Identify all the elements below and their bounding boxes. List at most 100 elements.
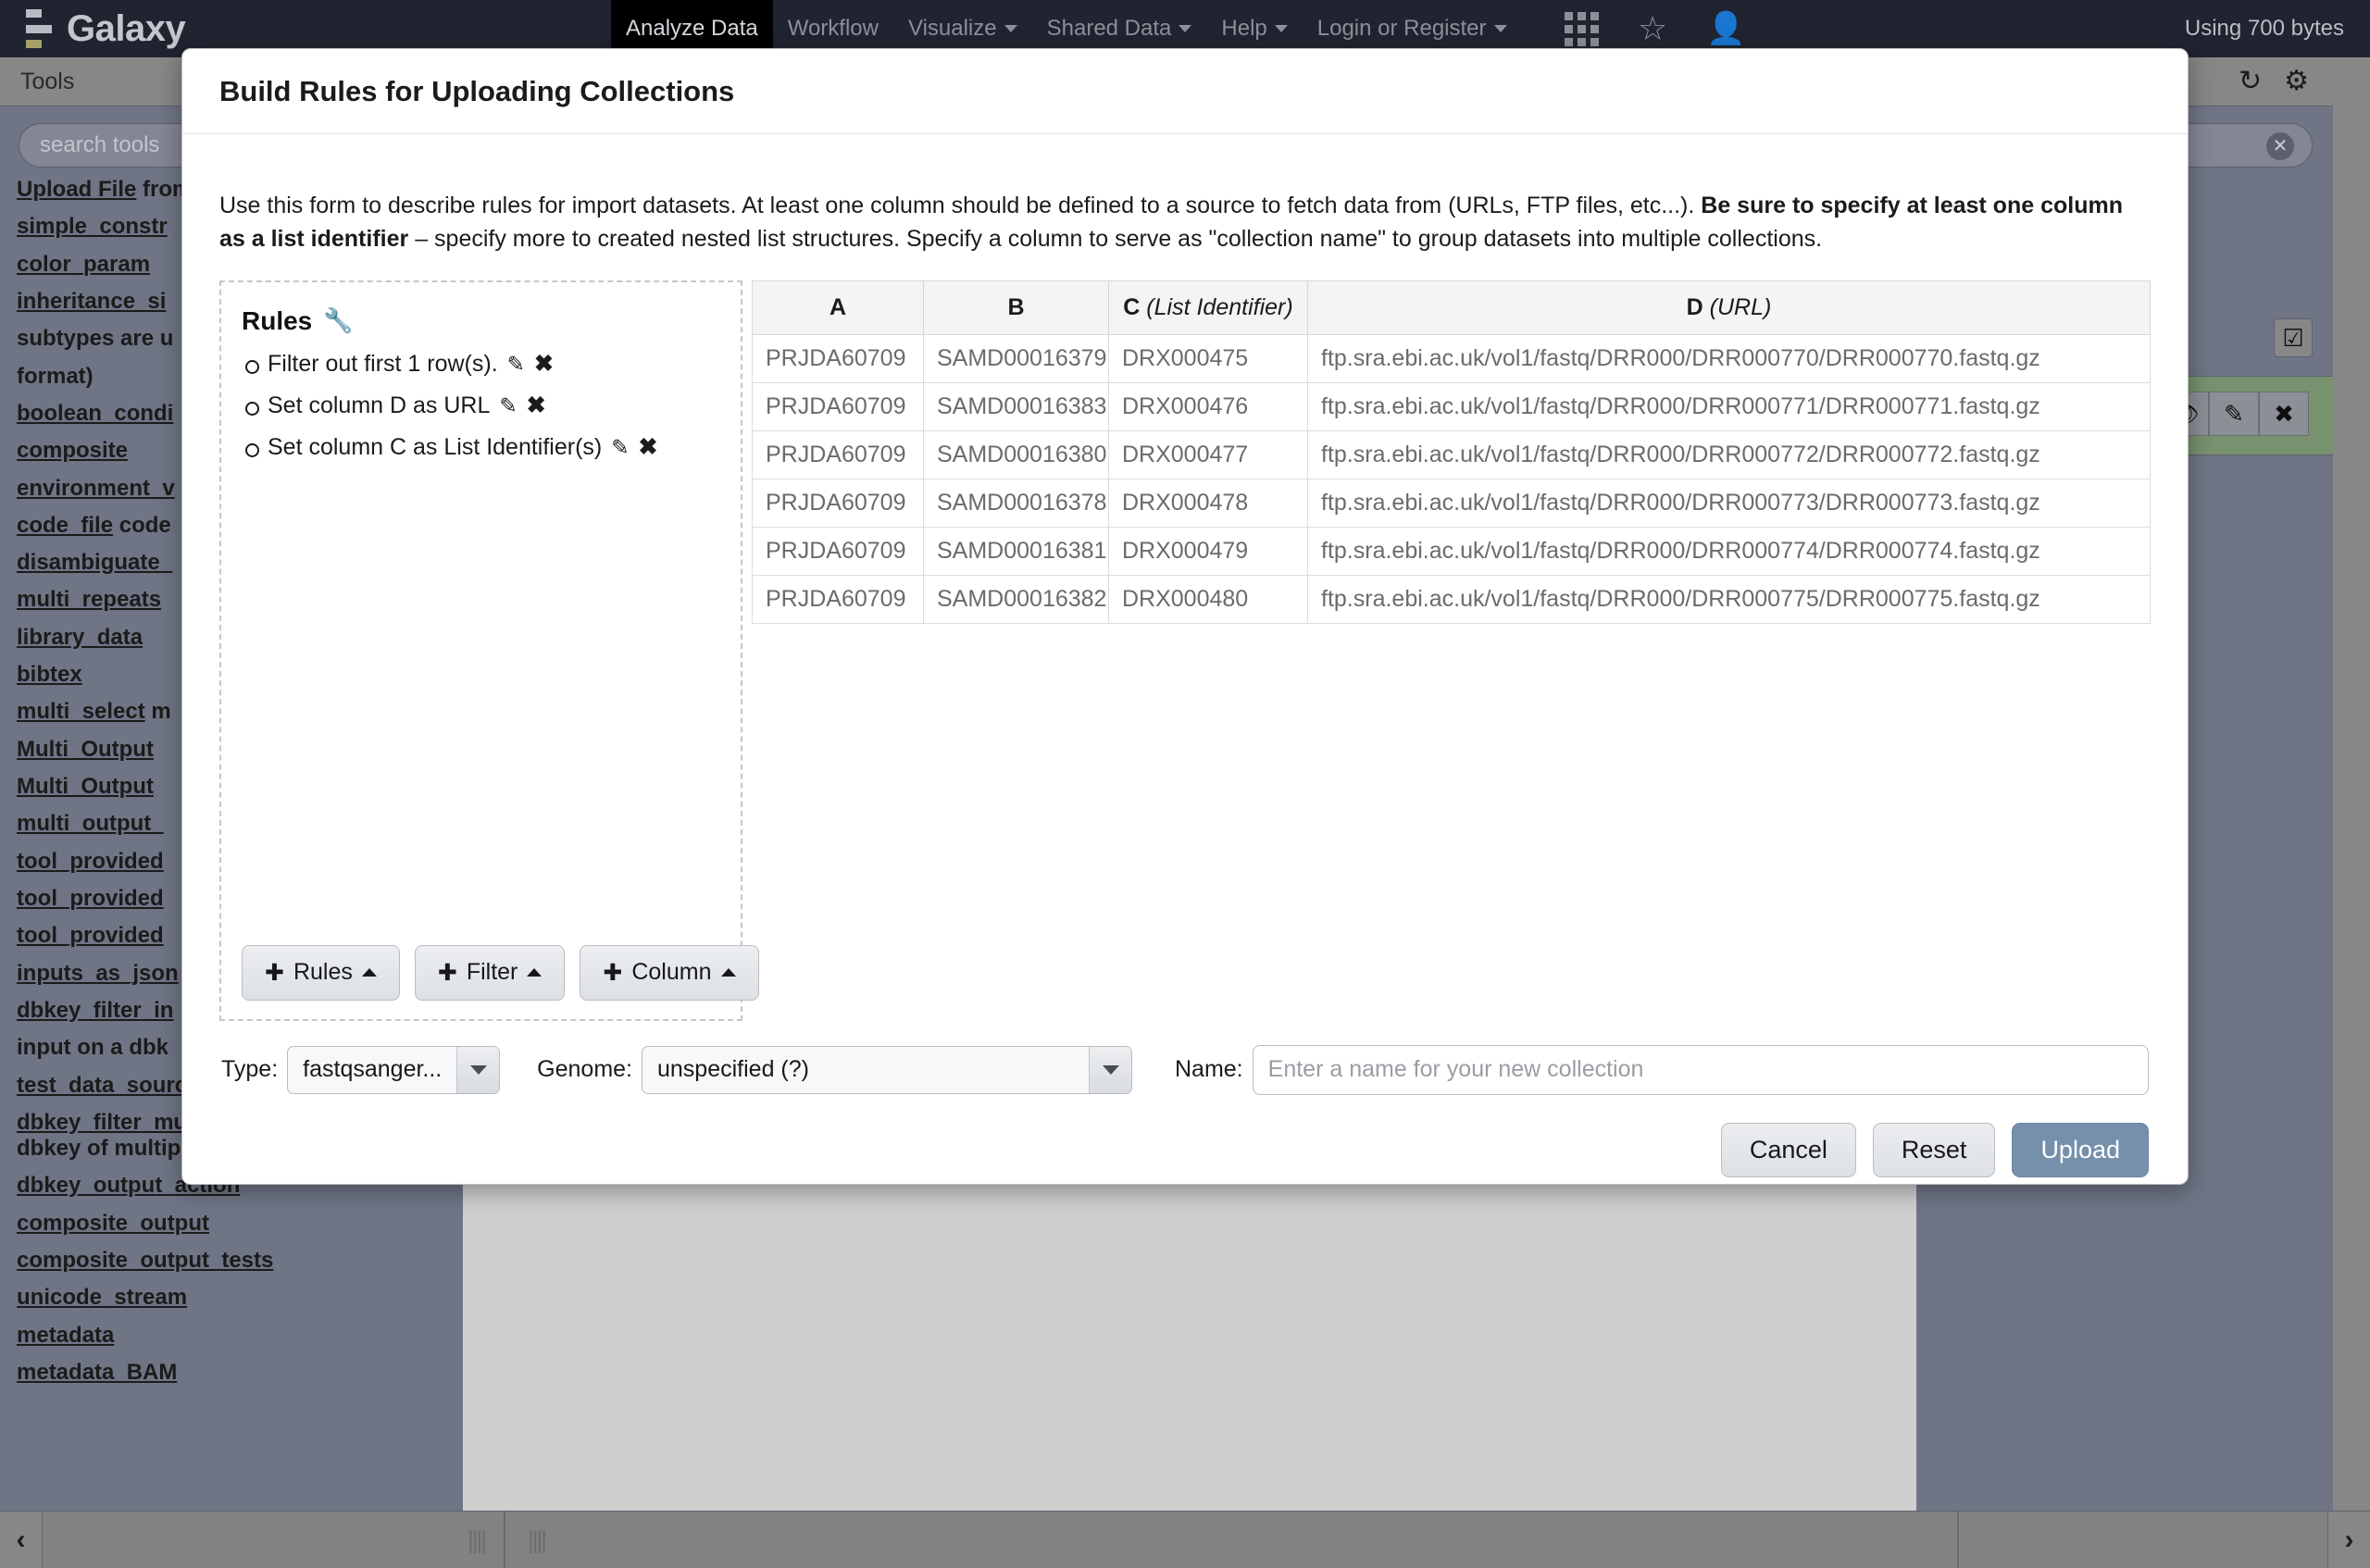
tool-link[interactable]: tool_provided	[17, 886, 164, 911]
add-column-button[interactable]: ✚ Column	[580, 944, 759, 1001]
tool-link[interactable]: composite_output_tests	[17, 1248, 273, 1273]
genome-select[interactable]: unspecified (?)	[642, 1045, 1132, 1094]
column-header-b[interactable]: B	[923, 280, 1109, 335]
tool-link[interactable]: unicode_stream	[17, 1285, 187, 1310]
genome-label: Genome:	[537, 1056, 632, 1082]
rule-item: Set column C as List Identifier(s) ✎ ✖	[245, 430, 720, 464]
collection-name-input[interactable]	[1252, 1044, 2149, 1095]
close-icon[interactable]: ✕	[2266, 132, 2294, 160]
star-icon[interactable]: ☆	[1638, 12, 1667, 45]
history-panel-scrollbar[interactable]	[1958, 1512, 2328, 1568]
tool-link[interactable]: multi_select	[17, 699, 145, 724]
table-cell: ftp.sra.ebi.ac.uk/vol1/fastq/DRR000/DRR0…	[1307, 574, 2151, 624]
tool-link[interactable]: multi_output_	[17, 811, 164, 836]
table-row: PRJDA60709 SAMD00016382 DRX000480 ftp.sra.e…	[752, 574, 2151, 624]
table-row: PRJDA60709 SAMD00016383 DRX000476 ftp.sra.e…	[752, 381, 2151, 431]
rules-list: Filter out first 1 row(s). ✎ ✖ Set column D…	[242, 347, 720, 473]
column-header-a[interactable]: A	[752, 280, 924, 335]
right-edge-strip	[2333, 57, 2370, 1511]
tool-link[interactable]: code_file	[17, 513, 113, 538]
add-filter-button[interactable]: ✚ Filter	[414, 944, 566, 1001]
user-avatar-icon[interactable]: 👤	[1706, 13, 1745, 44]
select-items-icon[interactable]: ☑	[2274, 318, 2313, 357]
chevron-up-icon	[720, 968, 736, 977]
tool-link[interactable]: multi_repeats	[17, 587, 161, 612]
tool-link[interactable]: metadata_BAM	[17, 1360, 177, 1385]
tool-link[interactable]: dbkey_filter_in	[17, 998, 173, 1023]
plus-icon: ✚	[603, 959, 623, 986]
center-panel-scrollbar[interactable]: ||||	[505, 1512, 1958, 1568]
tool-link[interactable]: tool_provided	[17, 923, 164, 948]
modal-header: Build Rules for Uploading Collections	[182, 49, 2188, 134]
tool-link[interactable]: metadata	[17, 1323, 114, 1348]
delete-icon[interactable]: ✖	[2259, 392, 2309, 436]
tool-link[interactable]: test_data_source	[17, 1073, 199, 1098]
table-row: PRJDA60709 SAMD00016379 DRX000475 ftp.sra.e…	[752, 333, 2151, 383]
table-cell: PRJDA60709	[752, 333, 924, 383]
tool-list-item[interactable]: composite_output	[17, 1211, 446, 1237]
modal-action-buttons: Cancel Reset Upload	[219, 1122, 2151, 1177]
tool-link[interactable]: inputs_as_json	[17, 961, 179, 986]
upload-button[interactable]: Upload	[2012, 1122, 2149, 1177]
column-header-d[interactable]: D (URL)	[1307, 280, 2151, 335]
tool-link[interactable]: inheritance_si	[17, 289, 166, 314]
genome-value: unspecified (?)	[657, 1056, 809, 1082]
delete-rule-icon[interactable]: ✖	[534, 351, 554, 377]
tool-panel-scrollbar[interactable]: ||||	[42, 1512, 505, 1568]
tool-description: format)	[17, 363, 94, 389]
collapse-right-panel-button[interactable]: ›	[2328, 1512, 2370, 1568]
delete-rule-icon[interactable]: ✖	[639, 434, 658, 460]
chevron-down-icon	[1004, 25, 1017, 32]
column-header-c[interactable]: C (List Identifier)	[1108, 280, 1308, 335]
tool-link[interactable]: Multi_Output	[17, 737, 154, 762]
storage-usage: Using 700 bytes	[2184, 16, 2344, 41]
tool-link[interactable]: Multi_Output	[17, 774, 154, 799]
gear-icon[interactable]: ⚙	[2284, 68, 2309, 95]
tool-link[interactable]: simple_constr	[17, 214, 168, 239]
tool-panel-title: Tools	[20, 68, 75, 94]
tool-link[interactable]: composite	[17, 438, 128, 463]
type-select[interactable]: fastqsanger...	[287, 1045, 501, 1094]
collapse-left-panel-button[interactable]: ‹	[0, 1512, 42, 1568]
rule-action-buttons: ✚ Rules ✚ Filter ✚ Column	[242, 944, 759, 1001]
tool-list-item[interactable]: metadata_BAM	[17, 1360, 446, 1386]
add-rules-button[interactable]: ✚ Rules	[242, 944, 400, 1001]
tool-link[interactable]: library_data	[17, 625, 143, 650]
rules-heading-label: Rules	[242, 305, 313, 335]
column-role: (List Identifier)	[1140, 293, 1293, 320]
apps-grid-icon[interactable]	[1565, 11, 1599, 46]
add-filter-label: Filter	[466, 959, 518, 985]
table-cell: PRJDA60709	[752, 381, 924, 431]
rule-builder: Rules 🔧 Filter out first 1 row(s). ✎ ✖ Set …	[219, 280, 2151, 1021]
edit-rule-icon[interactable]: ✎	[611, 435, 629, 459]
nav-label: Workflow	[787, 16, 879, 41]
rule-text: Filter out first 1 row(s).	[268, 350, 498, 377]
tool-link[interactable]: bibtex	[17, 662, 82, 687]
tool-link[interactable]: color_param	[17, 252, 150, 277]
tool-link[interactable]: disambiguate_	[17, 550, 172, 575]
tool-list-item[interactable]: unicode_stream	[17, 1285, 446, 1311]
delete-rule-icon[interactable]: ✖	[527, 392, 546, 418]
table-cell: ftp.sra.ebi.ac.uk/vol1/fastq/DRR000/DRR0…	[1307, 478, 2151, 528]
pencil-icon[interactable]: ✎	[2209, 392, 2259, 436]
tool-description: subtypes are u	[17, 326, 174, 352]
table-cell: PRJDA60709	[752, 574, 924, 624]
tool-link[interactable]: tool_provided	[17, 849, 164, 874]
tool-list-item[interactable]: metadata	[17, 1323, 446, 1349]
refresh-icon[interactable]: ↻	[2239, 68, 2262, 95]
tool-link[interactable]: Upload File	[17, 177, 136, 202]
tool-link[interactable]: boolean_condi	[17, 401, 173, 426]
edit-rule-icon[interactable]: ✎	[499, 393, 517, 417]
brand-logo[interactable]: Galaxy	[26, 9, 186, 48]
tool-link[interactable]: composite_output	[17, 1211, 209, 1236]
wrench-icon[interactable]: 🔧	[323, 306, 353, 335]
reset-button[interactable]: Reset	[1872, 1122, 1996, 1177]
tool-list-item[interactable]: composite_output_tests	[17, 1248, 446, 1274]
edit-rule-icon[interactable]: ✎	[507, 352, 525, 376]
cancel-button[interactable]: Cancel	[1720, 1122, 1856, 1177]
table-header-row: ABC (List Identifier) D (URL)	[752, 280, 2151, 335]
scrollbar-grip: ||||	[528, 1525, 547, 1553]
tool-link[interactable]: environment_v	[17, 476, 175, 501]
table-cell: ftp.sra.ebi.ac.uk/vol1/fastq/DRR000/DRR0…	[1307, 526, 2151, 576]
modal-body: Use this form to describe rules for impo…	[182, 134, 2188, 1177]
